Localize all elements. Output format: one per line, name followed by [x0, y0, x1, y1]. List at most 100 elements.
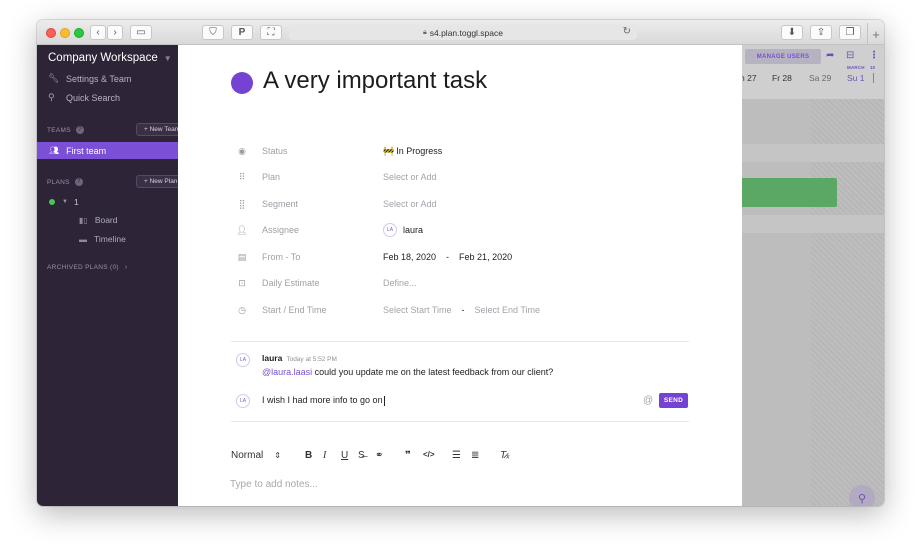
avatar: LA — [236, 353, 250, 367]
to-date[interactable]: Feb 21, 2020 — [459, 252, 512, 262]
code-icon[interactable]: </> — [423, 450, 435, 459]
minimize-window-button[interactable] — [60, 28, 70, 38]
pocket-button[interactable]: ⛉ — [202, 25, 224, 40]
from-date[interactable]: Feb 18, 2020 — [383, 252, 436, 262]
quote-icon[interactable]: ❞ — [405, 450, 411, 461]
chevron-right-icon: › — [113, 27, 117, 38]
status-value[interactable]: 🚧 In Progress — [383, 146, 442, 157]
forward-button[interactable]: › — [107, 25, 123, 40]
comment-body: @laura.laasi could you update me on the … — [262, 367, 553, 377]
sidebar-item-board[interactable]: ▮▯ Board — [79, 215, 118, 225]
new-plan-button[interactable]: + New Plan — [136, 175, 178, 188]
at-mention-icon[interactable]: @ — [643, 395, 653, 406]
comment-header: laura Today at 5:52 PM — [262, 353, 337, 363]
address-bar[interactable]: 🔒︎ s4.plan.toggl.space ↻ — [289, 25, 637, 40]
assignee-icon: 👤︎ — [236, 224, 248, 235]
plan-icon: ⠿ — [238, 171, 246, 182]
bold-icon[interactable]: B — [305, 450, 312, 461]
zoom-button[interactable]: ⚲ — [849, 485, 875, 506]
tabs-button[interactable]: ❐ — [839, 25, 861, 40]
task-bar[interactable] — [742, 178, 837, 207]
manage-users-button[interactable]: MANAGE USERS — [745, 49, 821, 64]
plans-section-label: PLANS — [47, 178, 70, 186]
underline-icon[interactable]: U — [341, 450, 348, 461]
pocket-icon: ⛉ — [209, 27, 217, 38]
zoom-window-button[interactable] — [74, 28, 84, 38]
month-label: MARCH — [847, 65, 865, 70]
field-label: From - To — [262, 252, 301, 262]
format-label: Normal — [231, 450, 264, 461]
plus-icon: + — [872, 26, 880, 42]
timeline-header: MANAGE USERS ➦ ⊟ ⋮ MARCH 10 h 27 Fr 28 S… — [742, 45, 884, 99]
segment-select[interactable]: Select or Add — [383, 199, 437, 209]
download-icon: ⬇ — [787, 27, 797, 38]
task-detail-modal: A very important task ◉ Status 🚧 In Prog… — [178, 45, 742, 506]
chevron-down-icon: ▼ — [163, 54, 172, 63]
format-select[interactable]: Normal ⇕ — [231, 450, 281, 461]
date-range: Feb 18, 2020 - Feb 21, 2020 — [383, 252, 512, 262]
avatar: LA — [236, 394, 250, 408]
screenshot-button[interactable]: ⛶ — [260, 25, 282, 40]
new-team-button[interactable]: + New Team — [136, 123, 178, 136]
pinterest-icon: P — [238, 27, 246, 38]
end-time-select[interactable]: Select End Time — [475, 305, 541, 315]
ordered-list-icon[interactable]: ☰ — [452, 450, 461, 461]
new-tab-button[interactable]: + — [867, 23, 884, 45]
inbox-icon[interactable]: ⊟ — [846, 50, 854, 61]
strikethrough-icon[interactable]: S̶ — [358, 450, 365, 461]
comment-mention[interactable]: @laura.laasi — [262, 367, 312, 377]
estimate-input[interactable]: Define... — [383, 278, 417, 288]
field-start-end-time: ◷ Start / End Time Select Start Time - S… — [236, 303, 540, 317]
field-label: Daily Estimate — [262, 278, 320, 288]
clear-format-icon[interactable]: T̷ₓ — [500, 450, 510, 461]
info-icon[interactable]: ? — [75, 126, 84, 134]
comment-text: could you update me on the latest feedba… — [312, 367, 554, 377]
more-vertical-icon[interactable]: ⋮ — [869, 50, 879, 61]
plan-select[interactable]: Select or Add — [383, 172, 437, 182]
calendar-icon: ▤ — [237, 251, 247, 262]
workspace-title[interactable]: Company Workspace ▼ — [48, 52, 172, 64]
month-label-secondary: 10 — [870, 65, 876, 70]
share-button[interactable]: ⇪ — [810, 25, 832, 40]
team-label: First team — [66, 145, 107, 156]
sidebar-icon: ▭ — [136, 27, 146, 38]
downloads-button[interactable]: ⬇ — [781, 25, 803, 40]
chevron-down-icon[interactable]: ▼ — [62, 199, 68, 205]
sidebar-item-first-team[interactable]: 👥︎ First team — [37, 142, 178, 159]
assignee-value[interactable]: LA laura — [383, 223, 423, 237]
italic-icon[interactable]: I — [323, 450, 326, 461]
reply-input[interactable]: I wish I had more info to go on — [262, 395, 385, 406]
field-label: Plan — [262, 172, 281, 182]
teams-section-header: TEAMS ? — [47, 126, 84, 134]
teams-section-label: TEAMS — [47, 126, 71, 134]
timeline-panel: MANAGE USERS ➦ ⊟ ⋮ MARCH 10 h 27 Fr 28 S… — [742, 45, 884, 506]
archived-plans-header[interactable]: ARCHIVED PLANS (0) › — [47, 264, 128, 271]
notes-input[interactable]: Type to add notes... — [230, 479, 318, 490]
task-title[interactable]: A very important task — [263, 67, 487, 95]
start-time-select[interactable]: Select Start Time — [383, 305, 452, 315]
address-url: s4.plan.toggl.space — [429, 27, 503, 38]
sidebar-item-plan[interactable]: ▼ 1 — [49, 197, 79, 207]
info-icon[interactable]: ? — [74, 178, 83, 186]
back-button[interactable]: ‹ — [90, 25, 106, 40]
reload-icon[interactable]: ↻ — [623, 26, 631, 37]
close-window-button[interactable] — [46, 28, 56, 38]
field-label: Status — [262, 146, 288, 156]
plan-label: 1 — [73, 197, 79, 207]
search-icon: ⚲ — [857, 492, 867, 505]
field-plan: ⠿ Plan Select or Add — [236, 170, 437, 184]
sidebar-toggle-button[interactable]: ▭ — [130, 25, 152, 40]
timeline-icon: ▬ — [79, 234, 87, 244]
task-color-dot[interactable] — [231, 72, 253, 94]
sidebar-item-timeline[interactable]: ▬ Timeline — [79, 234, 126, 244]
share-icon[interactable]: ➦ — [826, 50, 834, 61]
sidebar-link-quick-search[interactable]: ⚲ Quick Search — [48, 92, 120, 103]
link-icon[interactable]: ⚭ — [375, 450, 383, 461]
pinterest-button[interactable]: P — [231, 25, 253, 40]
field-dates: ▤ From - To Feb 18, 2020 - Feb 21, 2020 — [236, 250, 512, 264]
bullet-list-icon[interactable]: ≣ — [471, 450, 479, 461]
divider — [231, 341, 689, 342]
sidebar-link-label: Settings & Team — [66, 73, 132, 84]
sidebar-link-settings[interactable]: 🔧︎ Settings & Team — [48, 73, 131, 84]
send-button[interactable]: SEND — [659, 393, 688, 408]
